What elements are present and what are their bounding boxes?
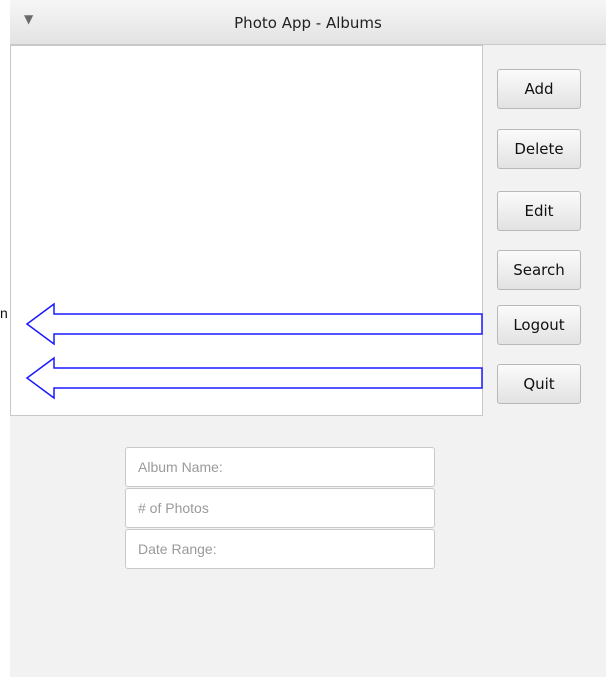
left-arrow-annotation [25, 302, 483, 346]
left-arrow-annotation [25, 356, 483, 400]
annotation-arrows [25, 302, 483, 400]
